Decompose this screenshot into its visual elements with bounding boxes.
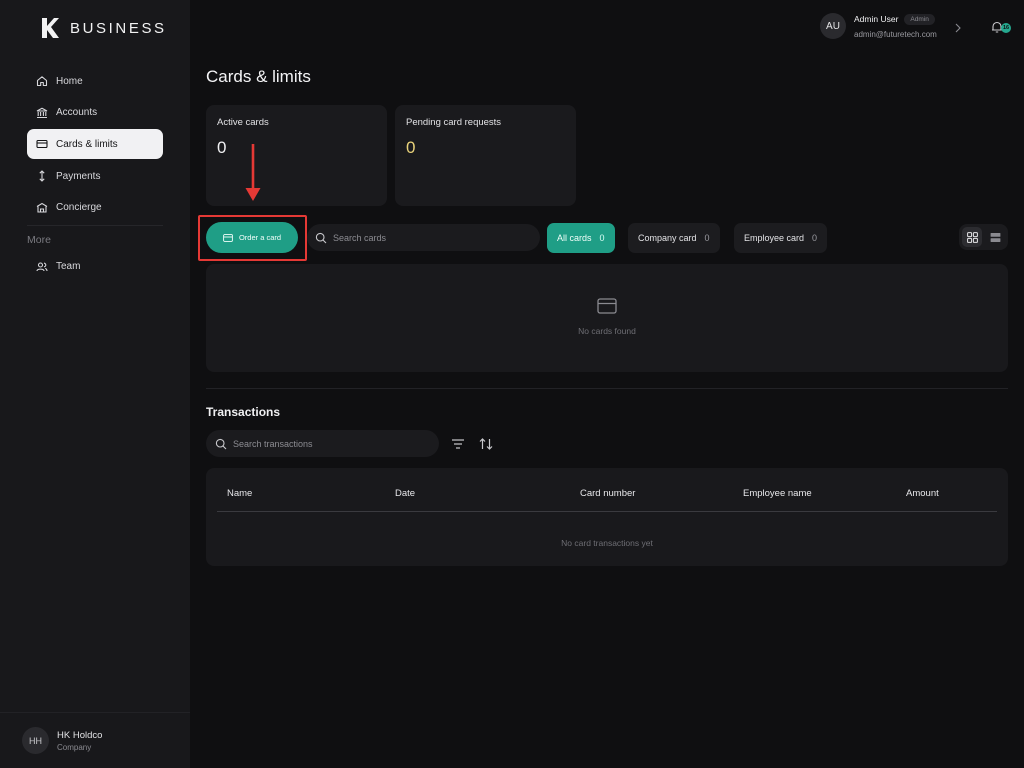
filter-count: 0 — [599, 233, 605, 243]
sidebar-item-accounts[interactable]: Accounts — [27, 98, 163, 128]
view-toggle — [959, 224, 1008, 250]
sidebar-item-label: Concierge — [56, 202, 102, 214]
table-header-divider — [217, 511, 997, 512]
filter-company-card[interactable]: Company card 0 — [628, 223, 720, 253]
sidebar-item-team[interactable]: Team — [27, 252, 163, 282]
list-view-button[interactable] — [985, 227, 1005, 247]
active-cards-card: Active cards 0 — [206, 105, 387, 206]
pending-requests-card: Pending card requests 0 — [395, 105, 576, 206]
cards-empty-text: No cards found — [578, 326, 636, 336]
cards-empty-panel: No cards found — [206, 264, 1008, 372]
chevron-right-icon[interactable] — [954, 22, 962, 34]
column-header-employee-name[interactable]: Employee name — [743, 488, 812, 499]
card-icon — [223, 233, 233, 242]
company-avatar: HH — [22, 727, 49, 754]
sidebar-item-payments[interactable]: Payments — [27, 161, 163, 191]
grid-view-button[interactable] — [962, 227, 982, 247]
transfer-icon — [39, 170, 45, 182]
filter-label: Employee card — [744, 233, 805, 243]
user-name: Admin User — [854, 14, 899, 24]
column-header-amount[interactable]: Amount — [906, 488, 939, 499]
brand-name: BUSINESS — [70, 19, 167, 37]
stat-value: 0 — [217, 138, 227, 157]
column-header-card-number[interactable]: Card number — [580, 488, 635, 499]
nav-section-more: More — [27, 233, 51, 246]
filter-all-cards[interactable]: All cards 0 — [547, 223, 615, 253]
user-menu[interactable]: AU Admin User Admin admin@futuretech.com — [820, 13, 937, 39]
stat-label: Pending card requests — [406, 117, 502, 128]
sort-icon[interactable] — [478, 436, 494, 452]
search-transactions-box[interactable] — [206, 430, 439, 457]
stat-value: 0 — [406, 138, 416, 157]
search-transactions-input[interactable] — [233, 438, 423, 449]
filter-label: Company card — [638, 233, 697, 243]
filter-employee-card[interactable]: Employee card 0 — [734, 223, 828, 253]
order-card-button[interactable]: Order a card — [206, 222, 298, 253]
user-avatar: AU — [820, 13, 846, 39]
column-header-date[interactable]: Date — [395, 488, 415, 499]
order-card-label: Order a card — [238, 233, 282, 242]
sidebar: BUSINESS Home Accounts Cards & limits Pa… — [0, 0, 190, 768]
card-icon — [36, 140, 48, 149]
list-icon — [990, 232, 1000, 242]
stat-label: Active cards — [217, 117, 269, 128]
sidebar-item-label: Cards & limits — [56, 138, 118, 150]
sidebar-item-cards-limits[interactable]: Cards & limits — [27, 129, 163, 160]
bank-icon — [36, 107, 48, 118]
sidebar-item-label: Home — [56, 75, 83, 87]
grid-icon — [966, 231, 978, 243]
home-icon — [36, 76, 48, 87]
search-cards-input[interactable] — [333, 232, 523, 243]
sidebar-nav: Home Accounts Cards & limits Payments Co… — [27, 66, 163, 283]
column-header-name[interactable]: Name — [227, 488, 252, 499]
sidebar-item-home[interactable]: Home — [27, 66, 163, 96]
transactions-empty-text: No card transactions yet — [561, 538, 653, 548]
search-icon — [215, 438, 227, 449]
page-title: Cards & limits — [206, 67, 311, 86]
sidebar-item-label: Payments — [56, 170, 101, 182]
filter-label: All cards — [557, 233, 592, 243]
table-header: Name Date Card number Employee name Amou… — [206, 468, 1008, 511]
card-icon — [597, 298, 617, 314]
sidebar-item-label: Team — [56, 261, 81, 273]
transactions-table: Name Date Card number Employee name Amou… — [206, 468, 1008, 566]
annotation-arrow-icon — [245, 144, 261, 201]
logo-mark-icon — [42, 18, 59, 38]
nav-divider — [27, 224, 163, 226]
user-email: admin@futuretech.com — [854, 29, 937, 39]
transactions-title: Transactions — [206, 405, 281, 419]
filter-count: 0 — [704, 233, 710, 243]
company-type: Company — [57, 742, 92, 752]
search-icon — [315, 232, 327, 243]
team-icon — [36, 262, 48, 271]
section-divider — [206, 388, 1008, 389]
company-switcher[interactable]: HH HK Holdco Company — [0, 712, 190, 768]
search-cards-box[interactable] — [307, 224, 540, 251]
concierge-icon — [36, 202, 48, 213]
sidebar-item-label: Accounts — [56, 107, 98, 119]
filter-icon[interactable] — [450, 436, 466, 452]
sidebar-item-concierge[interactable]: Concierge — [27, 193, 163, 223]
notification-badge: 16 — [1001, 23, 1011, 33]
company-name: HK Holdco — [57, 729, 103, 741]
role-badge: Admin — [904, 13, 935, 25]
filter-count: 0 — [812, 233, 818, 243]
brand-logo[interactable]: BUSINESS — [40, 16, 167, 40]
